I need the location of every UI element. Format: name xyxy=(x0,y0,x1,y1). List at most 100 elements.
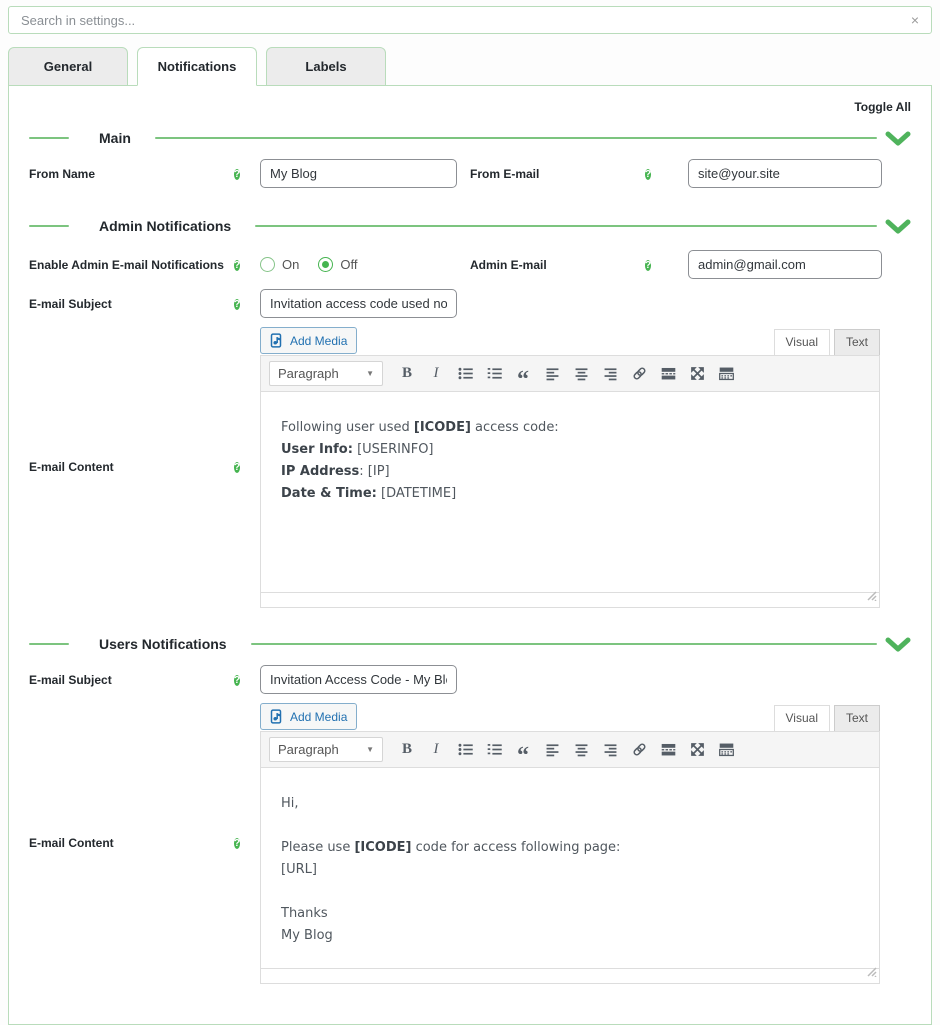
align-left-button[interactable] xyxy=(539,361,565,386)
users-email-content-area[interactable]: Hi, Please use [ICODE] code for access f… xyxy=(261,768,879,968)
toolbar-toggle-icon xyxy=(718,365,735,382)
read-more-button[interactable] xyxy=(655,737,681,762)
admin-email-input[interactable] xyxy=(688,250,882,279)
row-from: From Name ? From E-mail ? xyxy=(29,159,911,188)
from-email-input[interactable] xyxy=(688,159,882,188)
admin-subject-input[interactable] xyxy=(260,289,457,318)
divider xyxy=(251,643,877,645)
numbered-list-button[interactable] xyxy=(481,737,507,762)
resize-handle-icon[interactable] xyxy=(865,588,877,606)
paragraph-dropdown[interactable]: Paragraph ▼ xyxy=(269,361,383,386)
editor-toolbar: Paragraph ▼ B I xyxy=(261,732,879,768)
resize-handle-icon[interactable] xyxy=(865,964,877,982)
help-icon[interactable]: ? xyxy=(234,299,240,310)
row-users-content: E-mail Content ? Add Media Visual Text xyxy=(29,701,911,984)
align-center-button[interactable] xyxy=(568,361,594,386)
media-icon xyxy=(270,709,285,724)
toggle-all-link[interactable]: Toggle All xyxy=(29,100,911,114)
enable-admin-label: Enable Admin E-mail Notifications xyxy=(29,258,234,272)
fullscreen-button[interactable] xyxy=(684,361,710,386)
numbered-list-icon xyxy=(486,741,503,758)
settings-tabs: General Notifications Labels xyxy=(8,47,932,86)
radio-on[interactable] xyxy=(260,257,275,272)
align-center-button[interactable] xyxy=(568,737,594,762)
numbered-list-button[interactable] xyxy=(481,361,507,386)
admin-email-content-area[interactable]: Following user used [ICODE] access code:… xyxy=(261,392,879,592)
toolbar-toggle-button[interactable] xyxy=(713,737,739,762)
numbered-list-icon xyxy=(486,365,503,382)
row-admin-subject: E-mail Subject ? xyxy=(29,289,911,318)
text-tab[interactable]: Text xyxy=(834,705,880,731)
tab-general[interactable]: General xyxy=(8,47,128,86)
tab-labels[interactable]: Labels xyxy=(266,47,386,86)
align-left-icon xyxy=(544,741,561,758)
paragraph-dropdown[interactable]: Paragraph ▼ xyxy=(269,737,383,762)
divider xyxy=(29,643,69,645)
read-more-button[interactable] xyxy=(655,361,681,386)
italic-button[interactable]: I xyxy=(423,361,449,386)
toolbar-toggle-icon xyxy=(718,741,735,758)
caret-down-icon: ▼ xyxy=(366,745,374,754)
help-icon[interactable]: ? xyxy=(234,462,240,473)
users-subject-label: E-mail Subject xyxy=(29,673,234,687)
link-icon xyxy=(631,365,648,382)
radio-off-label[interactable]: Off xyxy=(340,257,357,272)
align-left-button[interactable] xyxy=(539,737,565,762)
bullet-list-icon xyxy=(457,741,474,758)
users-subject-input[interactable] xyxy=(260,665,457,694)
fullscreen-icon xyxy=(689,365,706,382)
add-media-button[interactable]: Add Media xyxy=(260,703,357,730)
blockquote-button[interactable]: “ xyxy=(510,737,536,762)
fullscreen-button[interactable] xyxy=(684,737,710,762)
editor-statusbar xyxy=(261,968,879,983)
align-center-icon xyxy=(573,741,590,758)
tab-notifications[interactable]: Notifications xyxy=(137,47,257,86)
bold-button[interactable]: B xyxy=(394,737,420,762)
close-icon[interactable]: × xyxy=(909,13,921,27)
chevron-down-icon[interactable] xyxy=(885,131,911,146)
from-name-input[interactable] xyxy=(260,159,457,188)
toolbar-toggle-button[interactable] xyxy=(713,361,739,386)
help-icon[interactable]: ? xyxy=(234,169,240,180)
help-icon[interactable]: ? xyxy=(645,260,651,271)
fullscreen-icon xyxy=(689,741,706,758)
search-input[interactable] xyxy=(19,12,909,29)
row-enable-admin: Enable Admin E-mail Notifications ? On O… xyxy=(29,250,911,279)
bullet-list-button[interactable] xyxy=(452,361,478,386)
from-email-label: From E-mail xyxy=(470,167,645,181)
blockquote-button[interactable]: “ xyxy=(510,361,536,386)
align-left-icon xyxy=(544,365,561,382)
align-right-button[interactable] xyxy=(597,737,623,762)
add-media-button[interactable]: Add Media xyxy=(260,327,357,354)
visual-tab[interactable]: Visual xyxy=(774,329,830,355)
bullet-list-button[interactable] xyxy=(452,737,478,762)
align-right-button[interactable] xyxy=(597,361,623,386)
chevron-down-icon[interactable] xyxy=(885,637,911,652)
radio-on-label[interactable]: On xyxy=(282,257,299,272)
link-button[interactable] xyxy=(626,737,652,762)
settings-search-bar: × xyxy=(8,6,932,34)
editor-toolbar: Paragraph ▼ B I xyxy=(261,356,879,392)
italic-button[interactable]: I xyxy=(423,737,449,762)
from-name-label: From Name xyxy=(29,167,234,181)
chevron-down-icon[interactable] xyxy=(885,219,911,234)
section-main-header: Main xyxy=(29,129,911,147)
link-icon xyxy=(631,741,648,758)
read-more-icon xyxy=(660,741,677,758)
visual-tab[interactable]: Visual xyxy=(774,705,830,731)
divider xyxy=(29,137,69,139)
help-icon[interactable]: ? xyxy=(645,169,651,180)
admin-content-label: E-mail Content xyxy=(29,460,234,474)
divider xyxy=(255,225,877,227)
align-right-icon xyxy=(602,741,619,758)
link-button[interactable] xyxy=(626,361,652,386)
help-icon[interactable]: ? xyxy=(234,260,240,271)
bold-button[interactable]: B xyxy=(394,361,420,386)
help-icon[interactable]: ? xyxy=(234,675,240,686)
admin-email-label: Admin E-mail xyxy=(470,258,645,272)
text-tab[interactable]: Text xyxy=(834,329,880,355)
align-right-icon xyxy=(602,365,619,382)
help-icon[interactable]: ? xyxy=(234,838,240,849)
radio-off[interactable] xyxy=(318,257,333,272)
editor-statusbar xyxy=(261,592,879,607)
